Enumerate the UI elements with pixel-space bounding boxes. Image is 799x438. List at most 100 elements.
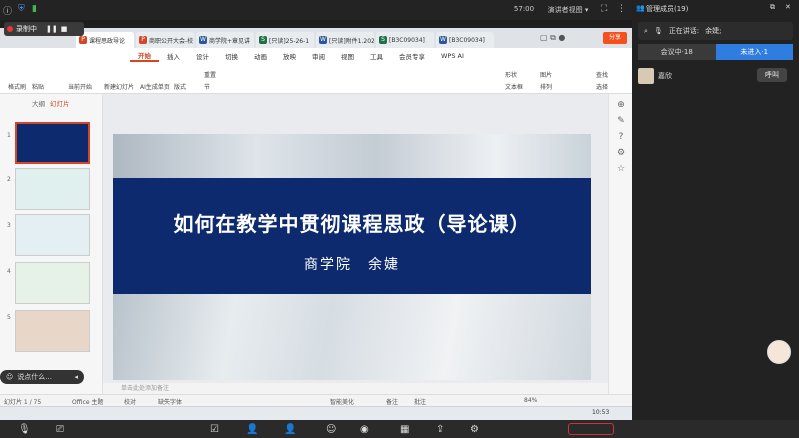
doc-type-icon: P <box>79 36 87 44</box>
document-tab[interactable]: S [B3C09034] <box>376 32 434 48</box>
menu-item[interactable]: WPS AI <box>433 52 472 60</box>
document-tab-label: 商学院+章见讲 <box>209 37 251 45</box>
current-slide[interactable]: 如何在教学中贯彻课程思政（导论课） 商学院 余婕 <box>113 134 591 380</box>
search-icon[interactable]: ⌕ <box>644 27 648 36</box>
notes-toggle[interactable]: 备注 <box>386 397 398 406</box>
tab-not-joined[interactable]: 未进入·1 <box>715 44 793 60</box>
fullscreen-icon[interactable]: ⛶ <box>601 4 607 16</box>
new-slide-button[interactable]: 新建幻灯片 <box>104 82 134 91</box>
add-user-icon[interactable]: 👤 <box>284 424 296 435</box>
document-tab[interactable]: S [只读]25-26-1 <box>256 32 314 48</box>
document-tab[interactable]: P 商职公开大会-校 <box>136 32 194 48</box>
people-icon[interactable]: 👤 <box>246 424 258 435</box>
end-meeting-button[interactable] <box>568 423 614 435</box>
stop-icon[interactable]: ■ <box>61 25 68 33</box>
slide-number: 4 <box>7 268 11 275</box>
recording-indicator[interactable]: 录制中 ❚❚ ■ <box>4 22 84 36</box>
popout-icon[interactable]: ⧉ <box>770 3 775 12</box>
menu-item[interactable]: 工具 <box>362 51 391 61</box>
paste-button[interactable]: 粘贴 <box>32 82 44 91</box>
call-button[interactable]: 呼叫 <box>757 68 787 82</box>
slide-number: 2 <box>7 176 11 183</box>
find-button[interactable]: 查找 <box>596 70 608 79</box>
document-tab[interactable]: P 课程思政导论 <box>76 32 134 48</box>
zoom-level[interactable]: 84% <box>524 397 537 404</box>
emoji-icon[interactable]: ☺ <box>326 424 336 435</box>
settings-icon[interactable]: ⚙ <box>470 424 479 435</box>
missing-font-button[interactable]: 缺失字体 <box>158 397 182 406</box>
arrange-button[interactable]: 排列 <box>540 82 552 91</box>
slide-title[interactable]: 如何在教学中贯彻课程思政（导论课） <box>113 208 591 237</box>
panel-header: 👥 管理成员(19) ⧉ ✕ <box>632 0 799 18</box>
menu-item[interactable]: 动画 <box>246 51 275 61</box>
member-row: 嘉欣 呼叫 <box>638 66 793 86</box>
slide-thumbnail-3[interactable] <box>15 214 90 256</box>
plus-icon[interactable]: ⊕ <box>615 100 627 112</box>
speaking-label: 正在讲话: <box>668 27 700 35</box>
menu-item[interactable]: 设计 <box>188 51 217 61</box>
assistant-avatar[interactable] <box>767 340 791 364</box>
check-icon[interactable]: ☑ <box>210 424 219 435</box>
share-button[interactable]: 分享 <box>603 32 627 44</box>
menu-item[interactable]: 插入 <box>159 51 188 61</box>
settings-icon[interactable]: ⚙ <box>615 148 627 160</box>
collapse-icon[interactable]: ◂ <box>74 373 78 381</box>
share-icon[interactable]: ⇪ <box>436 424 444 435</box>
help-icon[interactable]: ? <box>615 132 627 144</box>
notes-area[interactable]: 单击此处添加备注 <box>103 383 608 394</box>
menu-item[interactable]: 开始 <box>130 50 159 62</box>
pause-icon[interactable]: ❚❚ <box>46 25 58 33</box>
apps-icon[interactable]: ▦ <box>400 424 409 435</box>
slide-thumbnail-1[interactable] <box>15 122 90 164</box>
reset-button[interactable]: 重置 <box>204 70 216 79</box>
layout-button[interactable]: 版式 <box>174 82 186 91</box>
doc-type-icon: W <box>319 36 327 44</box>
format-painter-button[interactable]: 格式刷 <box>8 82 26 91</box>
menu-item[interactable]: 审阅 <box>304 51 333 61</box>
presenter-view-button[interactable]: 演讲者视图 ▾ <box>542 5 594 17</box>
tab-slides[interactable]: 幻灯片 <box>50 98 70 108</box>
taskbar-clock: 10:53 <box>592 409 610 416</box>
smart-beautify-button[interactable]: 智能美化 <box>330 397 354 406</box>
close-icon[interactable]: ✕ <box>785 3 791 11</box>
speaker-name: 余婕; <box>705 27 722 35</box>
section-button[interactable]: 节 <box>204 82 210 91</box>
proofread-button[interactable]: 校对 <box>124 397 136 406</box>
tab-outline[interactable]: 大纲 <box>32 98 45 108</box>
doc-type-icon: P <box>139 36 147 44</box>
start-from-current-button[interactable]: 当前开始 <box>68 82 92 91</box>
member-name: 嘉欣 <box>658 72 672 80</box>
record-icon[interactable]: ◉ <box>360 424 369 435</box>
info-icon[interactable]: ⓘ <box>3 4 12 17</box>
ai-slide-button[interactable]: AI生成单页 <box>140 82 170 91</box>
more-icon[interactable]: ⋮ <box>617 4 626 16</box>
textbox-button[interactable]: 文本框 <box>505 82 523 91</box>
presenter-view-label: 演讲者视图 <box>547 6 583 14</box>
camera-off-icon[interactable]: ⎚ <box>56 424 64 435</box>
menu-item[interactable]: 视图 <box>333 51 362 61</box>
select-button[interactable]: 选择 <box>596 82 608 91</box>
picture-button[interactable]: 图片 <box>540 70 552 79</box>
slide-thumbnail-2[interactable] <box>15 168 90 210</box>
shield-icon[interactable]: ⛨ <box>18 4 25 16</box>
slide-subtitle[interactable]: 商学院 余婕 <box>113 254 591 274</box>
animation-icon[interactable]: ☆ <box>615 164 627 176</box>
menu-item[interactable]: 放映 <box>275 51 304 61</box>
slide-thumbnail-5[interactable] <box>15 310 90 352</box>
meeting-top-bar: ⓘ ⛨ ▮ 57:00 演讲者视图 ▾ ⛶ ⋮ <box>0 0 632 20</box>
document-tab[interactable]: W 商学院+章见讲 <box>196 32 254 48</box>
mic-off-icon[interactable]: 🎙 <box>18 424 31 435</box>
mic-icon: 🎙 <box>653 27 663 35</box>
tab-in-meeting[interactable]: 会议中·18 <box>638 44 716 60</box>
document-tab[interactable]: W [只读]附件1.202 <box>316 32 374 48</box>
window-controls[interactable]: ▢ ⧉ ● <box>540 33 565 43</box>
shape-button[interactable]: 形状 <box>505 70 517 79</box>
menu-item[interactable]: 会员专享 <box>391 51 433 61</box>
slide-thumbnail-4[interactable] <box>15 262 90 304</box>
document-tab[interactable]: W [B3C09034] <box>436 32 494 48</box>
menu-item[interactable]: 切换 <box>217 51 246 61</box>
comment-toggle[interactable]: 批注 <box>414 397 426 406</box>
chat-input[interactable]: ☺ 说点什么... ◂ <box>0 370 84 384</box>
brush-icon[interactable]: ✎ <box>615 116 627 128</box>
slide-number: 1 <box>7 132 11 139</box>
